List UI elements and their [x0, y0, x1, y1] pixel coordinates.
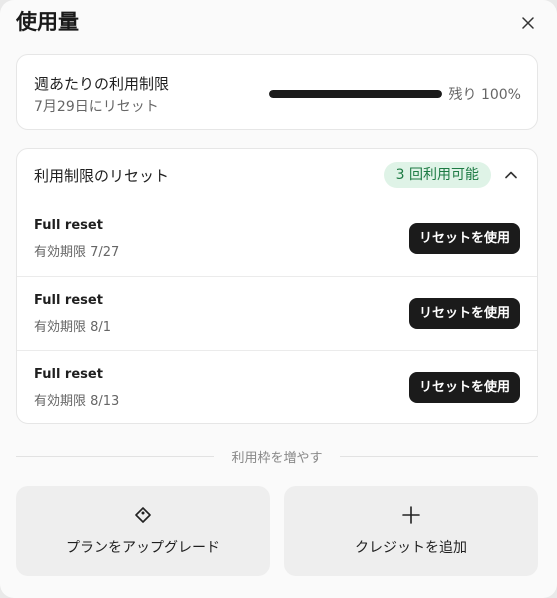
add-credit-label: クレジットを追加 — [355, 540, 467, 556]
reset-section-title: 利用制限のリセット — [34, 167, 170, 185]
usage-dialog: 使用量 週あたりの利用制限 7月29日にリセット 残り 100% 利用制限のリセ… — [0, 0, 557, 598]
reset-item: Full reset 有効期限 8/13 リセットを使用 — [17, 350, 537, 425]
add-credit-button[interactable]: クレジットを追加 — [284, 486, 538, 576]
increase-divider: 利用枠を増やす — [16, 446, 538, 466]
use-reset-button[interactable]: リセットを使用 — [408, 298, 520, 329]
tag-icon — [135, 507, 151, 523]
usage-progress-bar — [269, 90, 442, 98]
upgrade-plan-label: プランをアップグレード — [66, 540, 220, 556]
reset-item-expiry: 有効期限 8/1 — [34, 320, 112, 335]
reset-item-expiry: 有効期限 8/13 — [34, 394, 120, 409]
dialog-title: 使用量 — [16, 10, 79, 34]
weekly-limit-label: 週あたりの利用制限 — [34, 75, 170, 93]
use-reset-button[interactable]: リセットを使用 — [408, 372, 520, 403]
weekly-reset-date: 7月29日にリセット — [34, 99, 159, 115]
reset-item-name: Full reset — [34, 367, 103, 382]
use-reset-button[interactable]: リセットを使用 — [408, 223, 520, 254]
close-icon — [522, 17, 534, 29]
weekly-limit-card: 週あたりの利用制限 7月29日にリセット 残り 100% — [16, 54, 538, 130]
upgrade-plan-button[interactable]: プランをアップグレード — [16, 486, 270, 576]
reset-header[interactable]: 利用制限のリセット 3 回利用可能 — [17, 149, 537, 201]
reset-item-name: Full reset — [34, 293, 103, 308]
remaining-text: 残り 100% — [448, 87, 521, 103]
reset-item: Full reset 有効期限 7/27 リセットを使用 — [17, 202, 537, 277]
close-button[interactable] — [517, 12, 539, 34]
plus-icon — [402, 506, 420, 524]
reset-item-expiry: 有効期限 7/27 — [34, 245, 120, 260]
limit-reset-card: 利用制限のリセット 3 回利用可能 Full reset 有効期限 7/27 リ… — [16, 148, 538, 424]
reset-item-name: Full reset — [34, 218, 103, 233]
reset-item: Full reset 有効期限 8/1 リセットを使用 — [17, 276, 537, 351]
divider-line — [340, 456, 538, 457]
chevron-up-icon[interactable] — [501, 165, 521, 185]
usage-progress-fill — [269, 90, 442, 98]
available-count-badge: 3 回利用可能 — [383, 162, 491, 188]
